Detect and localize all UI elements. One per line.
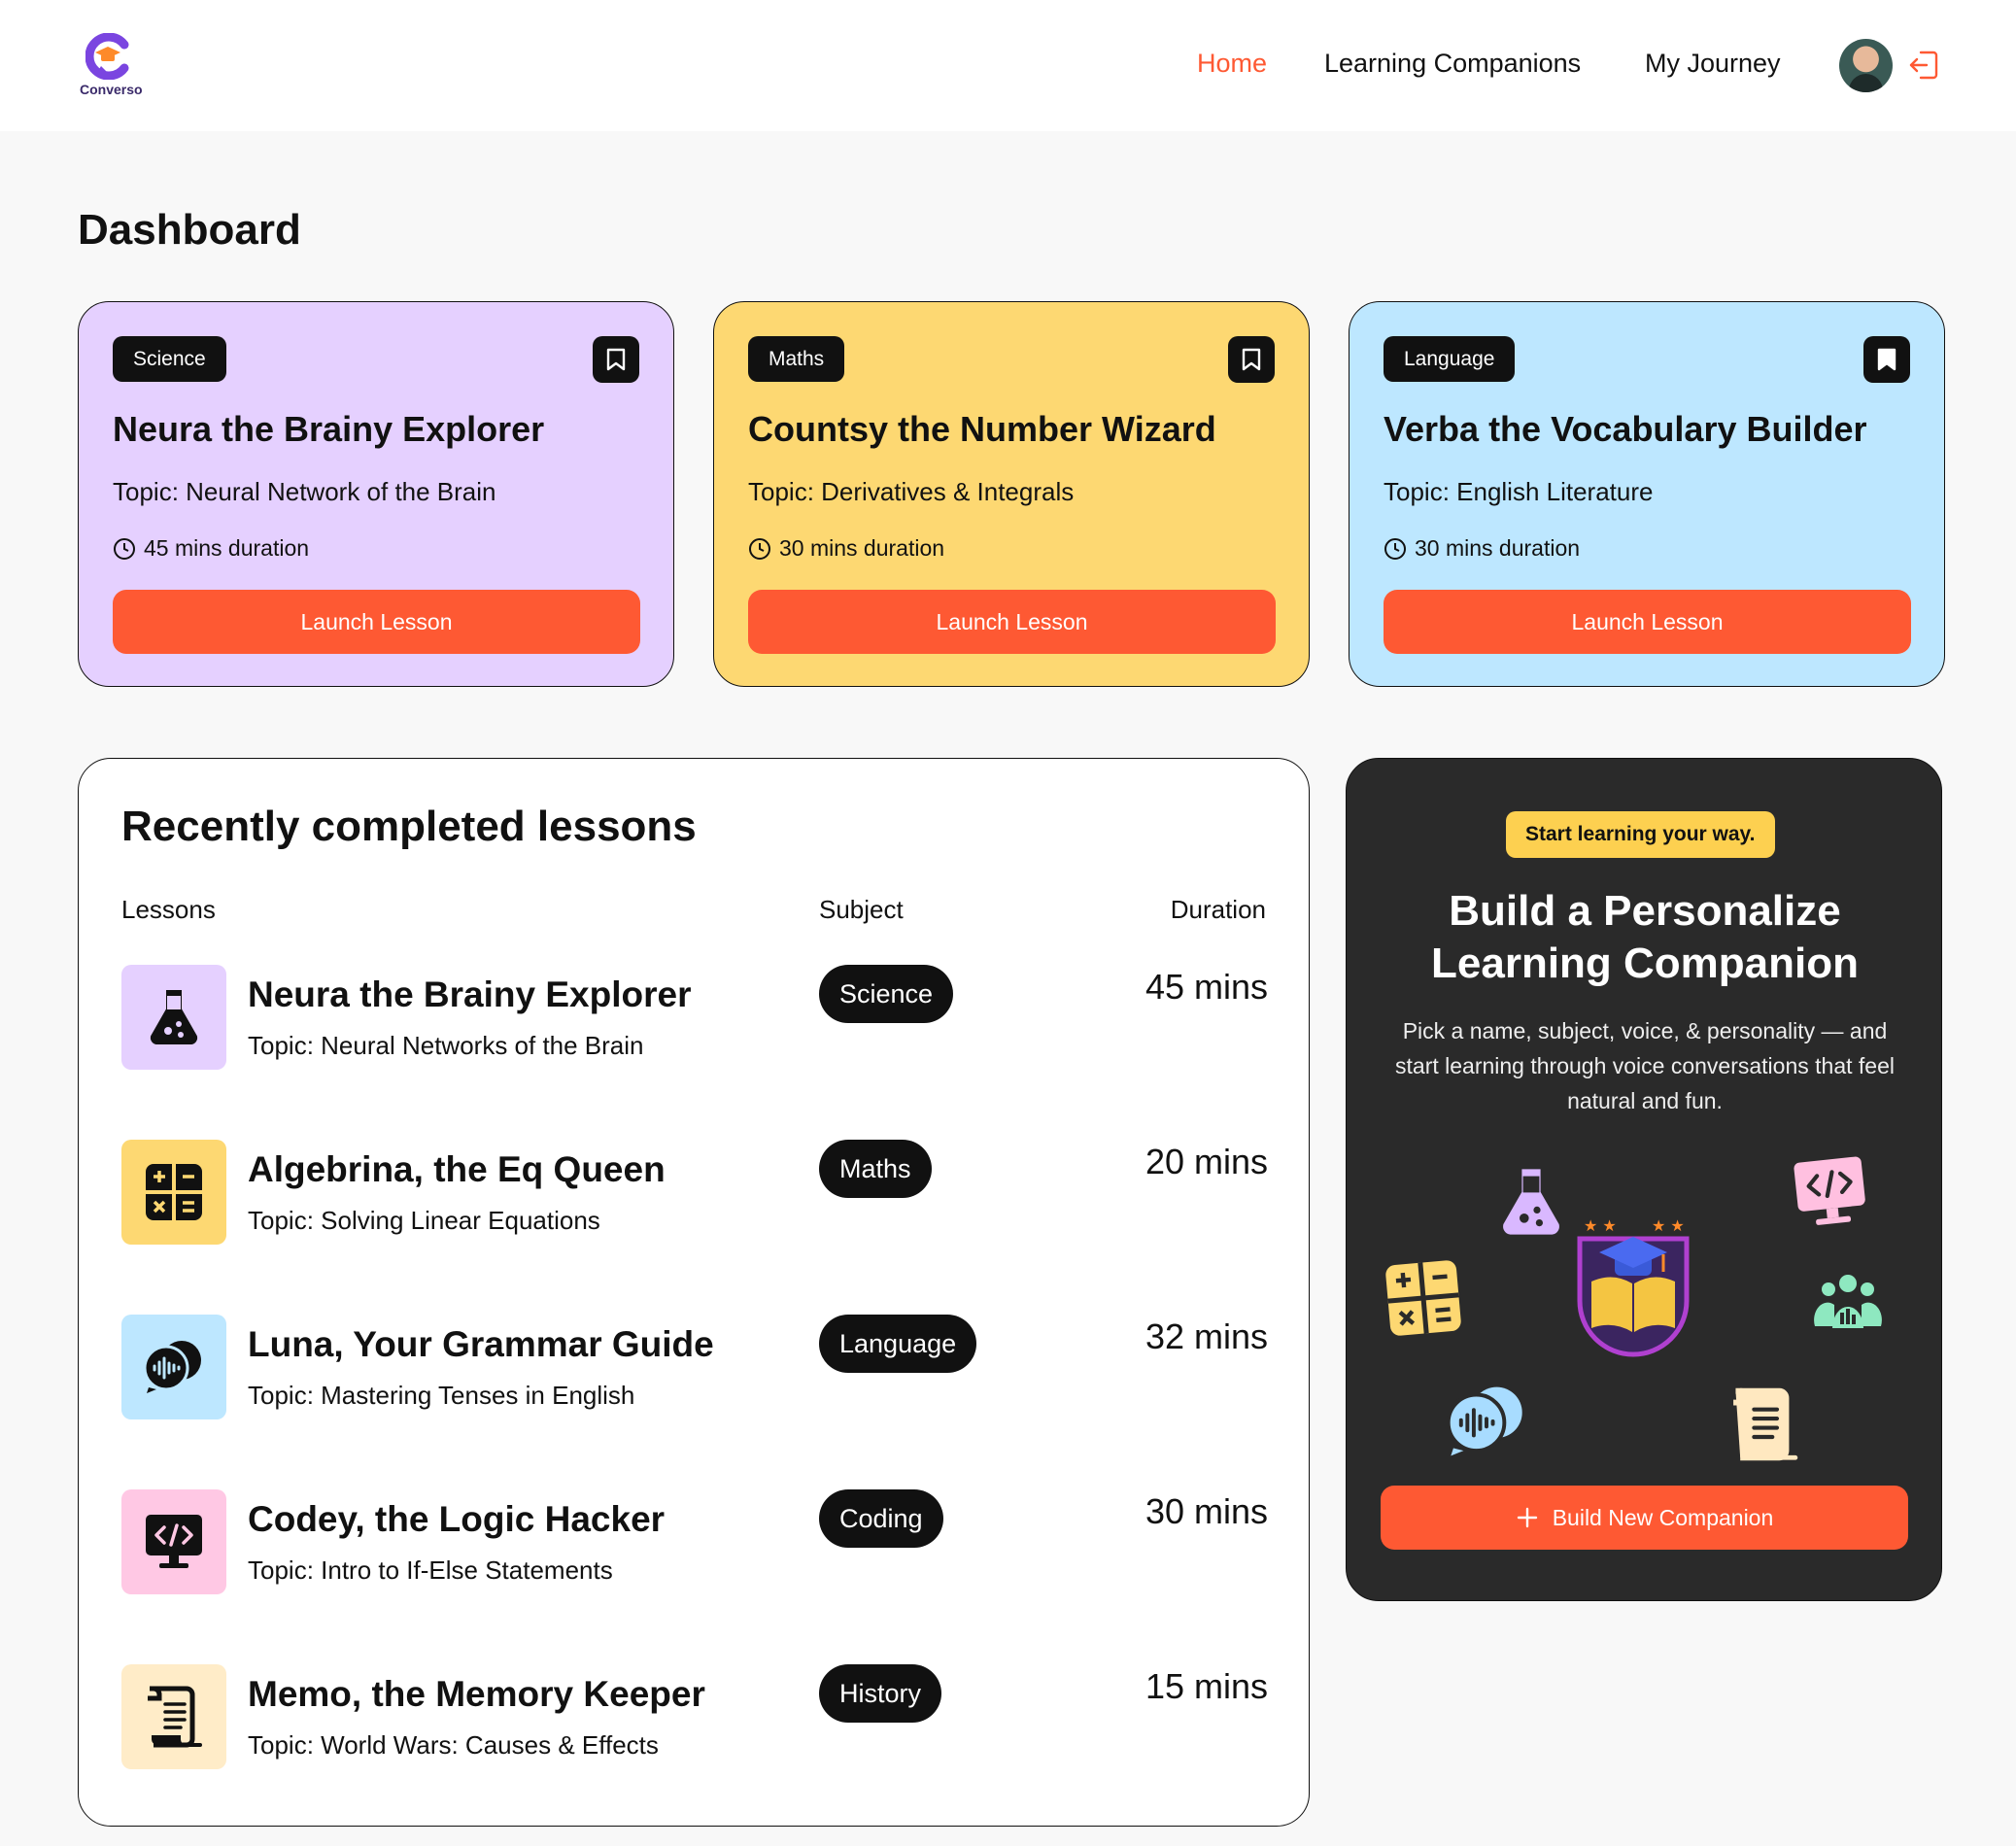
cta-illustration: ★ ★ ★ ★ bbox=[1385, 1156, 1910, 1461]
chat-bubbles-icon bbox=[1444, 1384, 1529, 1463]
lesson-duration: 45 mins bbox=[1145, 967, 1268, 1007]
lesson-row[interactable]: Memo, the Memory Keeper Topic: World War… bbox=[121, 1664, 1268, 1771]
flask-icon bbox=[121, 965, 226, 1070]
chat-bubbles-icon bbox=[121, 1315, 226, 1419]
build-button-label: Build New Companion bbox=[1552, 1504, 1774, 1530]
page-title: Dashboard bbox=[78, 206, 301, 254]
lesson-topic: Topic: Mastering Tenses in English bbox=[248, 1381, 635, 1410]
lesson-topic: Topic: World Wars: Causes & Effects bbox=[248, 1730, 659, 1760]
cta-title-line-1: Build a Personalize bbox=[1449, 887, 1841, 935]
column-header-subject: Subject bbox=[819, 895, 904, 924]
lesson-row[interactable]: Algebrina, the Eq Queen Topic: Solving L… bbox=[121, 1140, 1268, 1247]
bookmark-filled-icon[interactable] bbox=[1863, 336, 1910, 383]
subject-pill: Coding bbox=[819, 1489, 943, 1548]
companion-duration: 45 mins duration bbox=[113, 535, 309, 562]
build-new-companion-button[interactable]: Build New Companion bbox=[1381, 1486, 1908, 1550]
subject-badge: Language bbox=[1384, 336, 1516, 382]
companion-title: Verba the Vocabulary Builder bbox=[1384, 409, 1867, 449]
lesson-title: Codey, the Logic Hacker bbox=[248, 1499, 666, 1539]
bookmark-icon[interactable] bbox=[1228, 336, 1275, 383]
companion-card: Science Neura the Brainy Explorer Topic:… bbox=[78, 301, 674, 687]
lesson-title: Memo, the Memory Keeper bbox=[248, 1674, 705, 1714]
subject-badge: Maths bbox=[748, 336, 845, 382]
lesson-title: Algebrina, the Eq Queen bbox=[248, 1149, 666, 1189]
svg-text:★ ★: ★ ★ bbox=[1584, 1216, 1617, 1235]
flask-icon bbox=[1498, 1167, 1564, 1242]
graduation-book-icon: ★ ★ ★ ★ bbox=[1570, 1214, 1696, 1364]
clock-icon bbox=[749, 537, 770, 560]
nav-learning-companions[interactable]: Learning Companions bbox=[1324, 49, 1581, 79]
converso-logo[interactable]: Converso bbox=[76, 33, 154, 101]
lesson-row[interactable]: Luna, Your Grammar Guide Topic: Masterin… bbox=[121, 1315, 1268, 1421]
nav-home[interactable]: Home bbox=[1197, 49, 1267, 79]
duration-text: 45 mins duration bbox=[144, 535, 310, 561]
cta-title-line-2: Learning Companion bbox=[1431, 940, 1859, 987]
clock-icon bbox=[114, 537, 135, 560]
svg-text:★ ★: ★ ★ bbox=[1652, 1216, 1685, 1235]
user-avatar[interactable] bbox=[1839, 39, 1893, 92]
top-navbar: Converso Home Learning Companions My Jou… bbox=[0, 0, 2016, 131]
subject-pill: Language bbox=[819, 1315, 977, 1373]
companion-topic: Topic: Neural Network of the Brain bbox=[113, 477, 496, 506]
subject-badge: Science bbox=[113, 336, 226, 382]
logout-icon[interactable] bbox=[1907, 49, 1940, 86]
duration-text: 30 mins duration bbox=[779, 535, 945, 561]
companion-duration: 30 mins duration bbox=[1384, 535, 1580, 562]
companion-card: Maths Countsy the Number Wizard Topic: D… bbox=[713, 301, 1310, 687]
scroll-icon bbox=[1727, 1386, 1801, 1467]
launch-lesson-button[interactable]: Launch Lesson bbox=[1384, 590, 1911, 654]
calculator-icon bbox=[1385, 1260, 1461, 1341]
subject-pill: History bbox=[819, 1664, 942, 1723]
lesson-title: Neura the Brainy Explorer bbox=[248, 974, 692, 1014]
bookmark-icon[interactable] bbox=[593, 336, 639, 383]
lesson-duration: 20 mins bbox=[1145, 1142, 1268, 1181]
brand-name: Converso bbox=[80, 82, 143, 97]
scroll-icon bbox=[121, 1664, 226, 1769]
code-monitor-icon bbox=[1794, 1156, 1867, 1232]
lesson-row[interactable]: Neura the Brainy Explorer Topic: Neural … bbox=[121, 965, 1268, 1072]
subject-pill: Maths bbox=[819, 1140, 932, 1198]
lesson-duration: 32 mins bbox=[1145, 1316, 1268, 1356]
lesson-topic: Topic: Solving Linear Equations bbox=[248, 1206, 600, 1235]
recent-lessons-title: Recently completed lessons bbox=[121, 803, 697, 850]
companion-topic: Topic: English Literature bbox=[1384, 477, 1654, 506]
lesson-topic: Topic: Neural Networks of the Brain bbox=[248, 1031, 644, 1060]
launch-lesson-button[interactable]: Launch Lesson bbox=[113, 590, 640, 654]
cta-chip: Start learning your way. bbox=[1506, 811, 1775, 858]
companion-title: Countsy the Number Wizard bbox=[748, 409, 1216, 449]
lesson-duration: 15 mins bbox=[1145, 1666, 1268, 1706]
lesson-duration: 30 mins bbox=[1145, 1491, 1268, 1531]
lesson-title: Luna, Your Grammar Guide bbox=[248, 1324, 714, 1364]
launch-lesson-button[interactable]: Launch Lesson bbox=[748, 590, 1276, 654]
column-header-duration: Duration bbox=[1170, 895, 1266, 924]
companion-duration: 30 mins duration bbox=[748, 535, 944, 562]
cta-description: Pick a name, subject, voice, & personali… bbox=[1395, 1018, 1895, 1113]
community-icon bbox=[1813, 1270, 1883, 1345]
clock-icon bbox=[1384, 537, 1406, 560]
companion-topic: Topic: Derivatives & Integrals bbox=[748, 477, 1075, 506]
recent-lessons-panel: Recently completed lessons Lessons Subje… bbox=[78, 758, 1310, 1827]
nav-my-journey[interactable]: My Journey bbox=[1645, 49, 1781, 79]
subject-pill: Science bbox=[819, 965, 954, 1023]
column-header-lessons: Lessons bbox=[121, 895, 216, 924]
build-companion-panel: Start learning your way. Build a Persona… bbox=[1346, 758, 1942, 1601]
lesson-row[interactable]: Codey, the Logic Hacker Topic: Intro to … bbox=[121, 1489, 1268, 1596]
duration-text: 30 mins duration bbox=[1415, 535, 1581, 561]
calculator-icon bbox=[121, 1140, 226, 1245]
cta-title: Build a Personalize Learning Companion bbox=[1347, 885, 1943, 990]
code-monitor-icon bbox=[121, 1489, 226, 1594]
companion-title: Neura the Brainy Explorer bbox=[113, 409, 545, 449]
companion-card: Language Verba the Vocabulary Builder To… bbox=[1349, 301, 1945, 687]
lesson-topic: Topic: Intro to If-Else Statements bbox=[248, 1555, 613, 1585]
plus-icon bbox=[1517, 1507, 1537, 1528]
